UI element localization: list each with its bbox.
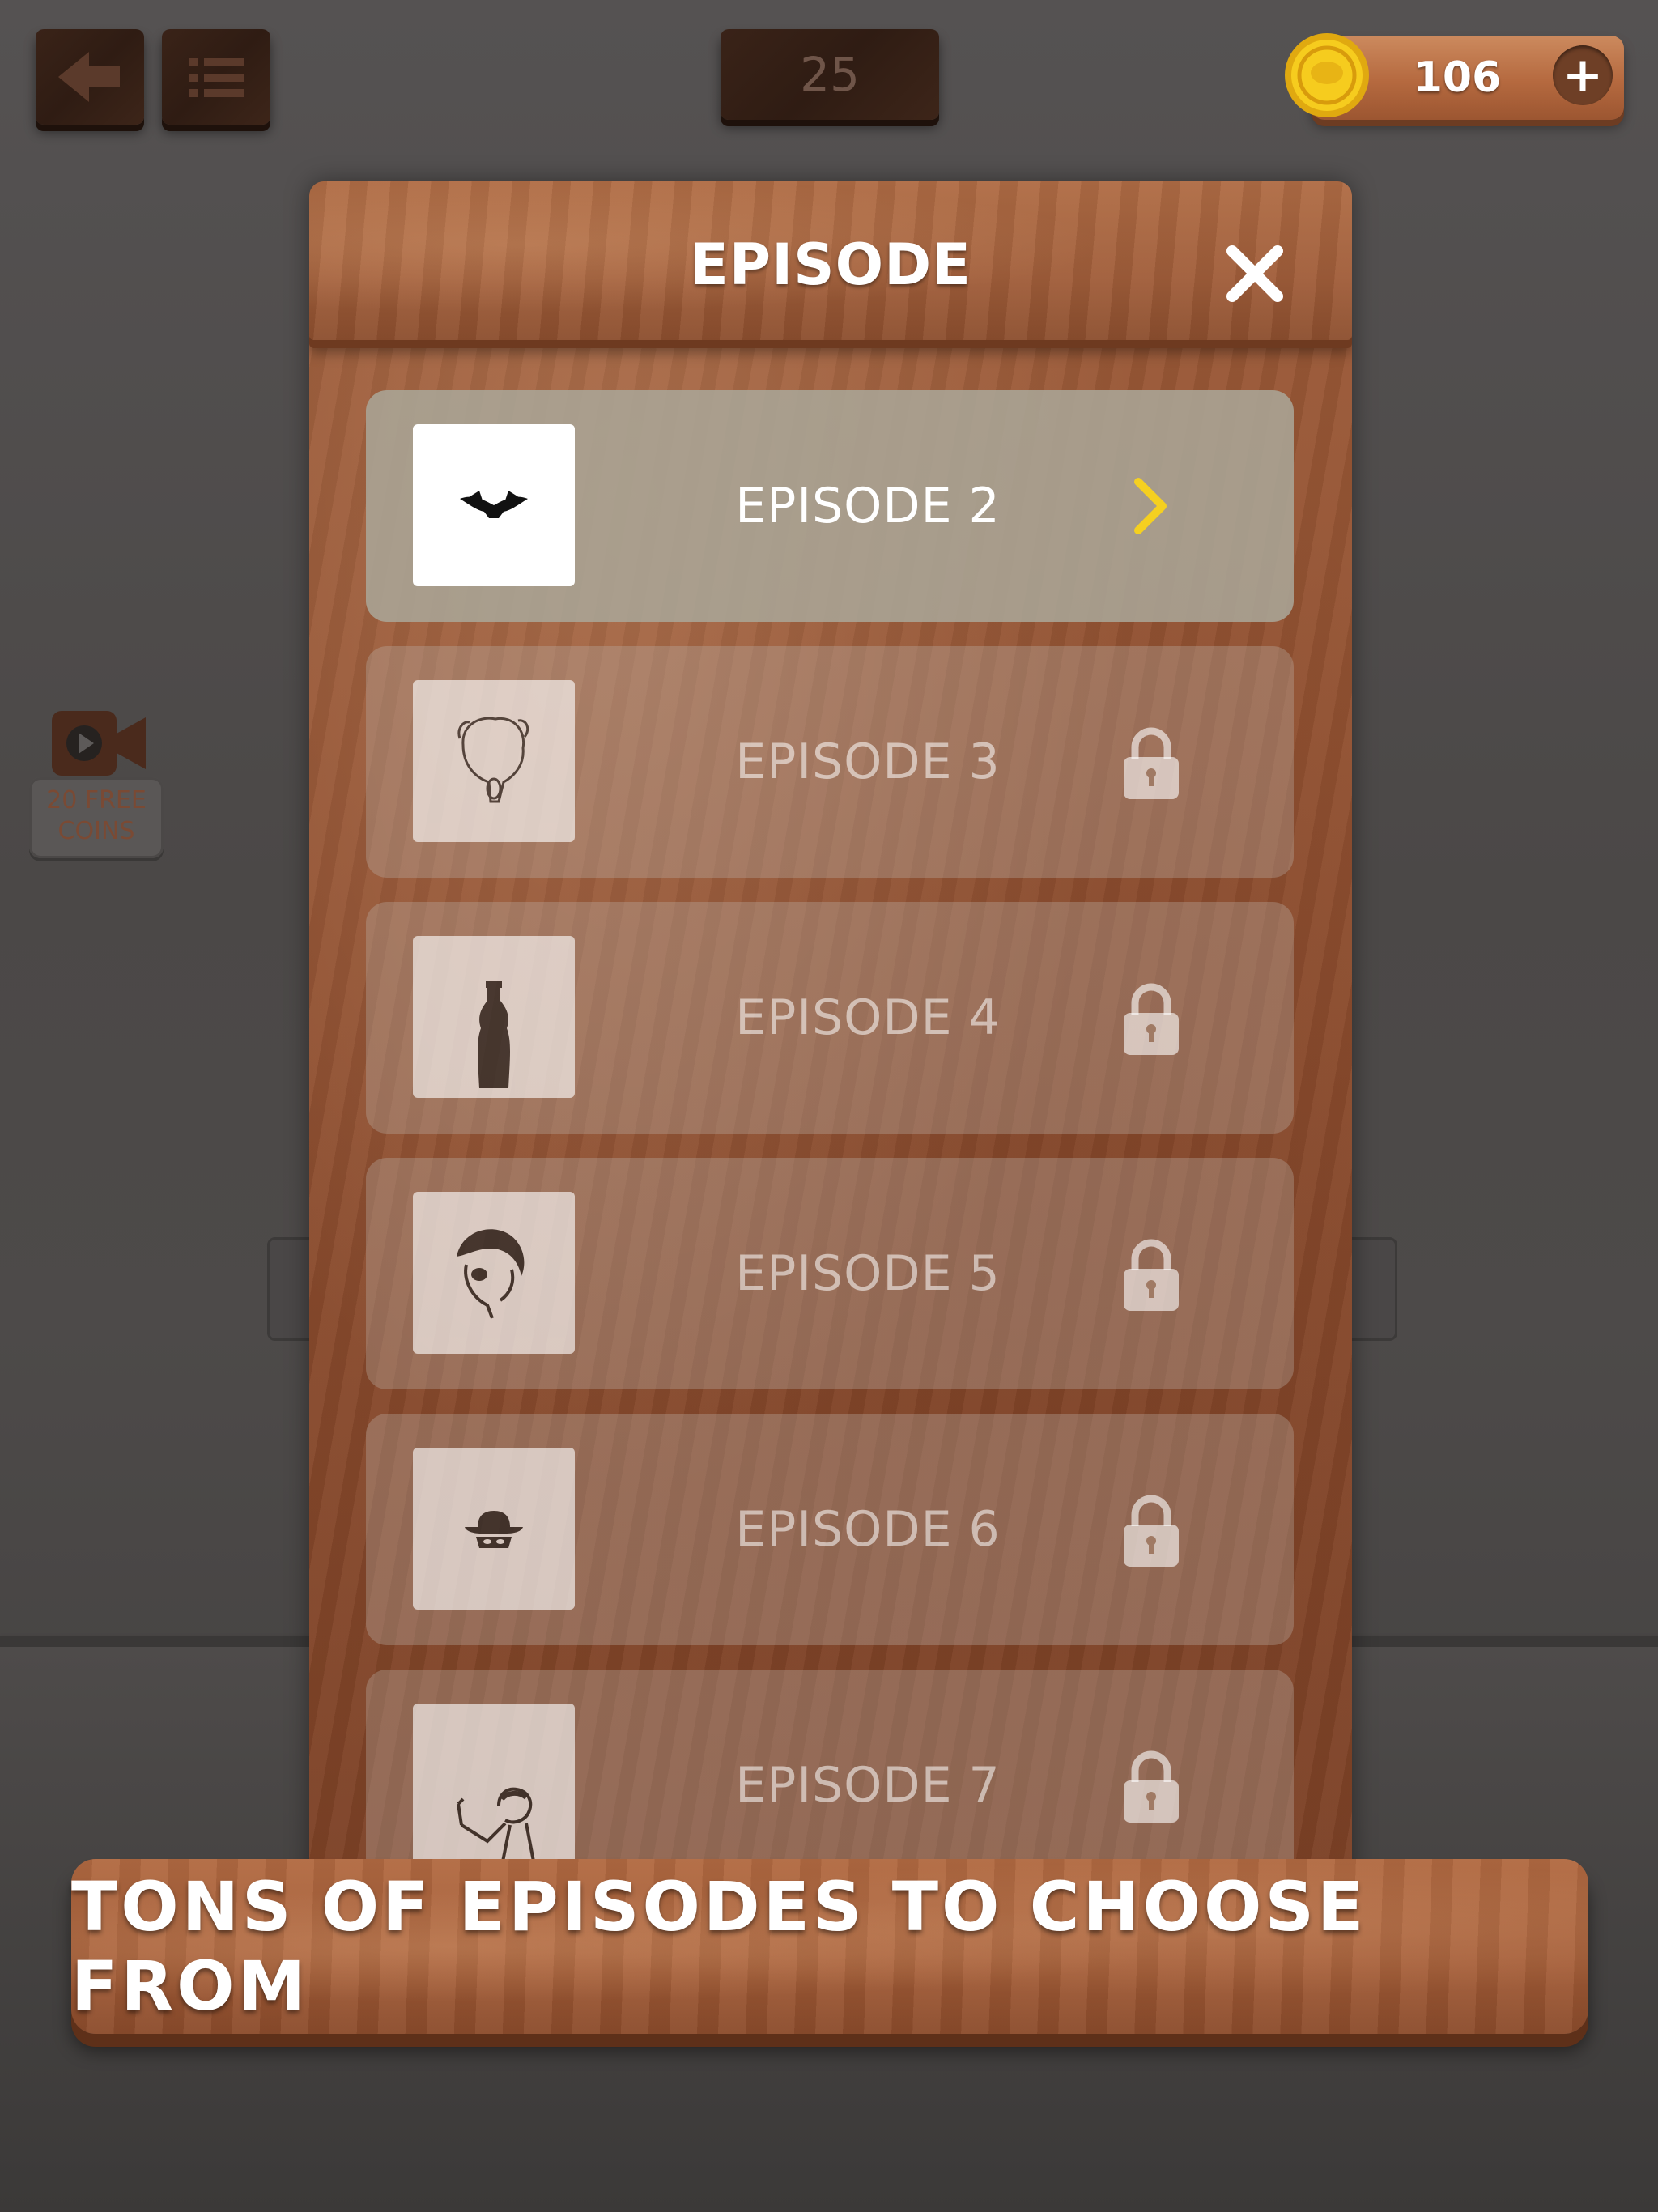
add-coins-button[interactable]: + xyxy=(1553,45,1613,105)
episode-label: EPISODE 4 xyxy=(735,989,1001,1046)
back-button[interactable] xyxy=(36,29,144,125)
episode-thumbnail xyxy=(413,1192,575,1354)
menu-button[interactable] xyxy=(162,29,270,125)
episode-label: EPISODE 6 xyxy=(735,1501,1001,1558)
episode-thumbnail xyxy=(413,680,575,842)
level-indicator: 25 xyxy=(721,29,939,120)
modal-title: EPISODE xyxy=(689,232,971,298)
lock-icon xyxy=(1124,1495,1179,1567)
wings-logo-icon xyxy=(460,491,528,518)
episode-row-3[interactable]: EPISODE 3 xyxy=(366,646,1294,878)
episode-modal: EPISODE EPISODE 2 EPISODE 3 EPISODE 4 EP… xyxy=(309,181,1352,1898)
chevron-right-icon xyxy=(1134,478,1167,534)
singer-pointing-icon xyxy=(457,1787,536,1865)
episode-row-5[interactable]: EPISODE 5 xyxy=(366,1158,1294,1389)
promo-banner: TONS OF EPISODES TO CHOOSE FROM xyxy=(71,1859,1588,2034)
back-arrow-icon xyxy=(58,52,120,102)
episode-label: EPISODE 2 xyxy=(735,478,1001,534)
episode-row-4[interactable]: EPISODE 4 xyxy=(366,902,1294,1134)
close-icon[interactable] xyxy=(1222,241,1287,306)
lock-icon xyxy=(1124,1239,1179,1311)
list-icon xyxy=(189,58,244,97)
gold-coin-icon xyxy=(1285,33,1369,117)
free-coins-button[interactable]: 20 FREE COINS xyxy=(29,704,164,858)
lock-icon xyxy=(1124,1750,1179,1823)
coin-count: 106 xyxy=(1413,53,1502,102)
episode-row-2[interactable]: EPISODE 2 xyxy=(366,390,1294,622)
promo-banner-text: TONS OF EPISODES TO CHOOSE FROM xyxy=(71,1867,1367,2026)
portrait-sketch-icon xyxy=(457,717,529,803)
plus-icon: + xyxy=(1562,47,1604,104)
lock-icon xyxy=(1124,983,1179,1055)
episode-row-6[interactable]: EPISODE 6 xyxy=(366,1414,1294,1645)
lock-icon xyxy=(1124,727,1179,799)
episode-thumbnail xyxy=(413,424,575,586)
video-camera-icon xyxy=(52,711,146,776)
level-number: 25 xyxy=(800,47,860,102)
episode-thumbnail xyxy=(413,936,575,1098)
pirate-portrait-icon xyxy=(457,1229,525,1319)
episode-thumbnail xyxy=(413,1704,575,1865)
bottle-icon xyxy=(478,981,510,1088)
modal-header: EPISODE xyxy=(309,181,1352,340)
episode-label: EPISODE 3 xyxy=(735,734,1001,790)
episode-thumbnail xyxy=(413,1448,575,1610)
masked-hat-icon xyxy=(465,1511,523,1548)
episode-label: EPISODE 5 xyxy=(735,1245,1001,1302)
free-coins-label: 20 FREE COINS xyxy=(46,786,147,845)
